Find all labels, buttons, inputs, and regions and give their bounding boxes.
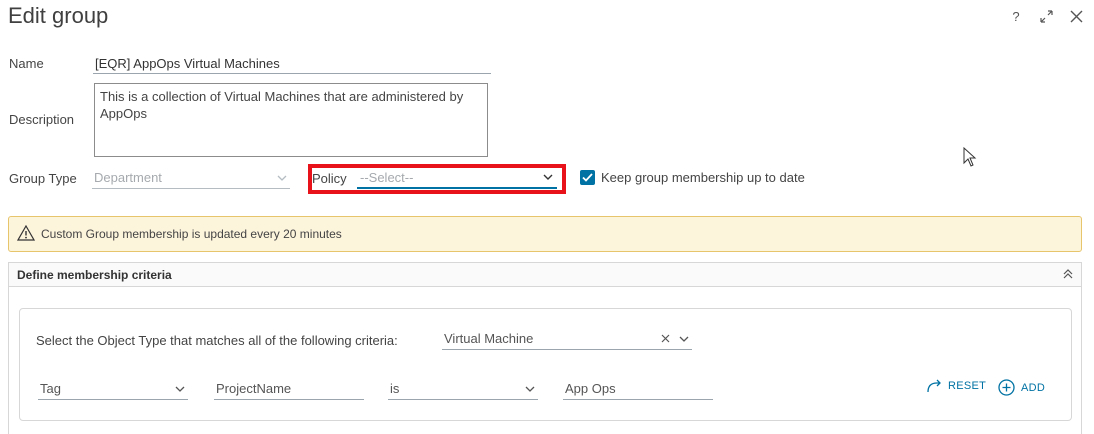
name-input[interactable] [93,54,491,74]
description-label: Description [9,112,75,127]
description-textarea[interactable]: This is a collection of Virtual Machines… [94,83,488,157]
criteria-card: Select the Object Type that matches all … [19,308,1072,421]
warning-icon [16,224,36,244]
policy-placeholder: --Select-- [360,169,414,185]
chevron-down-icon [174,383,186,395]
expand-icon[interactable] [1038,8,1054,24]
rule-operator-select[interactable]: is [388,378,538,400]
info-alert: Custom Group membership is updated every… [8,216,1082,252]
object-type-select[interactable]: Virtual Machine [442,328,692,350]
group-type-select[interactable]: Department [92,167,290,189]
rule-key-value: ProjectName [216,381,292,396]
membership-criteria-panel: Define membership criteria Select the Ob… [8,262,1082,434]
name-label: Name [9,56,44,71]
reset-icon [927,379,941,393]
chevron-down-icon [524,383,536,395]
chevron-down-icon [276,172,288,184]
mouse-cursor-icon [963,146,977,170]
group-type-label: Group Type [9,171,77,186]
rule-property-value: Tag [40,381,61,396]
panel-title: Define membership criteria [17,267,172,282]
add-label: ADD [1021,381,1046,394]
panel-header[interactable]: Define membership criteria [9,263,1081,287]
object-type-value: Virtual Machine [444,331,534,346]
rule-value: App Ops [565,381,616,396]
reset-label: RESET [948,380,987,392]
rule-key-input[interactable]: ProjectName [214,378,364,400]
help-button[interactable]: ? [1008,8,1024,24]
chevron-down-icon [542,171,554,183]
alert-message: Custom Group membership is updated every… [41,227,342,241]
collapse-icon[interactable] [1063,267,1073,282]
rule-value-input[interactable]: App Ops [563,378,713,400]
add-icon [998,379,1015,396]
rule-operator-value: is [390,381,400,396]
window-controls: ? [1008,8,1084,24]
reset-button[interactable]: RESET [926,379,986,393]
group-type-value: Department [94,170,162,185]
chevron-down-icon [678,333,690,345]
policy-label: Policy [312,171,347,186]
clear-icon[interactable] [661,331,670,346]
dialog-title: Edit group [8,3,109,28]
add-button[interactable]: ADD [998,379,1045,396]
rule-property-select[interactable]: Tag [38,378,188,400]
object-type-prompt: Select the Object Type that matches all … [36,333,398,348]
keep-membership-label: Keep group membership up to date [601,170,805,185]
check-icon [582,173,593,182]
policy-select[interactable]: --Select-- [357,167,557,189]
close-icon[interactable] [1068,8,1084,24]
keep-membership-checkbox[interactable] [580,170,595,185]
